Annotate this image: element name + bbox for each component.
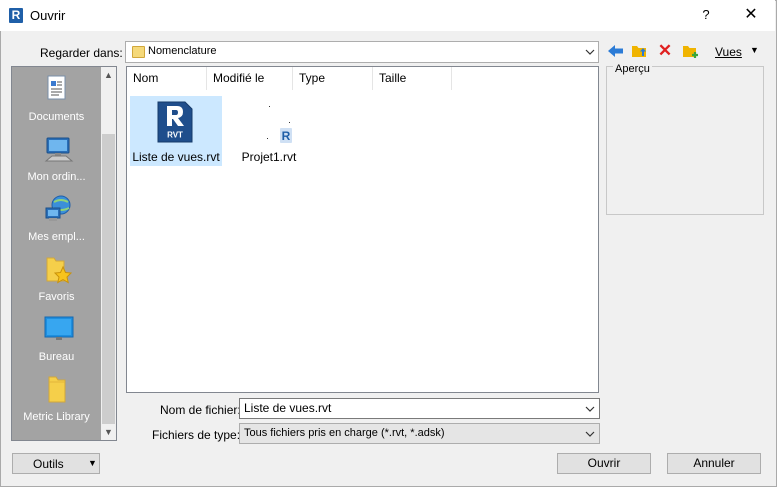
place-label: Metric Library xyxy=(23,411,90,423)
place-computer[interactable]: Mon ordin... xyxy=(12,130,101,188)
help-button[interactable]: ? xyxy=(692,4,720,26)
place-favorites[interactable]: Favoris xyxy=(12,250,101,308)
look-in-label: Regarder dans: xyxy=(40,46,123,60)
file-name[interactable]: Liste de vues.rvt xyxy=(130,150,222,164)
new-folder-icon[interactable] xyxy=(682,43,700,59)
place-label: Mon ordin... xyxy=(27,171,86,183)
revit-logo-icon: R xyxy=(9,8,23,23)
open-button[interactable]: Ouvrir xyxy=(557,453,651,474)
look-in-value: Nomenclature xyxy=(148,45,217,57)
column-header-size[interactable]: Taille xyxy=(373,67,452,90)
place-network[interactable]: Mes empl... xyxy=(12,190,101,248)
computer-icon xyxy=(44,134,74,164)
cancel-button[interactable]: Annuler xyxy=(667,453,761,474)
place-metric-library[interactable]: Metric Library xyxy=(12,370,101,428)
desktop-icon xyxy=(44,314,74,344)
title-bar xyxy=(0,0,775,31)
back-arrow-icon[interactable] xyxy=(607,43,625,59)
chevron-down-icon[interactable] xyxy=(583,43,597,61)
close-button[interactable]: ✕ xyxy=(736,4,766,26)
documents-icon xyxy=(44,74,70,104)
views-menu-button[interactable]: Vues xyxy=(715,45,742,59)
place-label: Favoris xyxy=(38,291,75,303)
delete-icon[interactable]: ✕ xyxy=(656,42,674,59)
scroll-up-icon[interactable]: ▲ xyxy=(101,67,116,84)
scrollbar-thumb[interactable] xyxy=(102,134,115,424)
column-header-type[interactable]: Type xyxy=(293,67,373,90)
revit-badge-text: R xyxy=(282,129,291,143)
tools-label: Outils xyxy=(33,457,64,471)
favorites-icon xyxy=(44,254,73,284)
file-name-value[interactable]: Liste de vues.rvt xyxy=(244,401,331,415)
file-name[interactable]: Projet1.rvt xyxy=(226,150,312,164)
network-places-icon xyxy=(44,194,71,224)
place-label: Mes empl... xyxy=(28,231,85,243)
views-label: Vues xyxy=(715,45,742,59)
folder-icon xyxy=(44,374,70,404)
place-label: Documents xyxy=(28,111,85,123)
chevron-down-icon[interactable] xyxy=(583,400,597,415)
rvt-badge-text: RVT xyxy=(167,131,183,140)
rvt-file-thumbnail-icon: R xyxy=(255,100,295,146)
tools-dropdown-icon[interactable]: ▼ xyxy=(88,458,97,468)
up-folder-icon[interactable] xyxy=(631,43,649,59)
place-desktop[interactable]: Bureau xyxy=(12,310,101,368)
file-type-value: Tous fichiers pris en charge (*.rvt, *.a… xyxy=(244,427,445,439)
file-name-label: Nom de fichier: xyxy=(160,403,241,417)
scroll-down-icon[interactable]: ▼ xyxy=(101,424,116,440)
place-label: Bureau xyxy=(38,351,75,363)
window-title: Ouvrir xyxy=(30,8,66,23)
folder-icon xyxy=(132,46,145,58)
column-header-name[interactable]: Nom xyxy=(127,67,207,90)
column-header-modified[interactable]: Modifié le xyxy=(207,67,293,90)
preview-label: Aperçu xyxy=(613,63,652,75)
rvt-file-icon: RVT xyxy=(155,100,195,144)
chevron-down-icon[interactable] xyxy=(583,425,597,440)
preview-panel xyxy=(606,66,764,215)
file-type-label: Fichiers de type: xyxy=(152,428,241,442)
place-documents[interactable]: Documents xyxy=(12,70,101,128)
views-dropdown-icon[interactable]: ▼ xyxy=(750,45,759,55)
